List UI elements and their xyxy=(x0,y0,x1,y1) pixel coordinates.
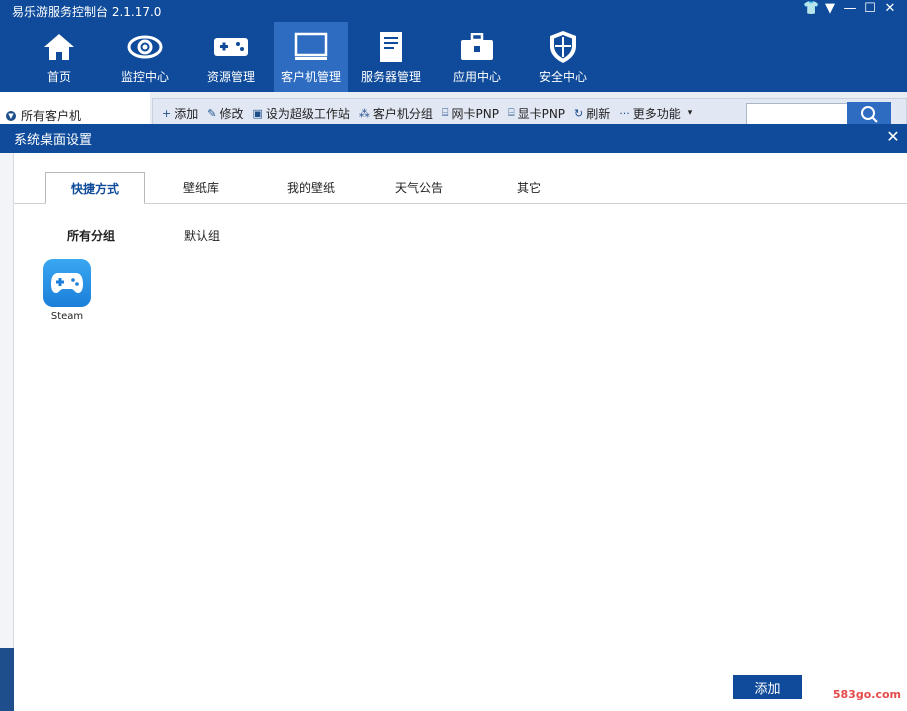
group-default[interactable]: 默认组 xyxy=(184,227,220,244)
nav-label: 安全中心 xyxy=(538,70,587,84)
dialog-title: 系统桌面设置 xyxy=(14,133,93,148)
shortcut-item[interactable]: Steam xyxy=(42,259,92,322)
window-controls: 👕 ▼ — ☐ ✕ xyxy=(803,2,897,16)
toolbar-label: 修改 xyxy=(219,106,244,121)
home-icon xyxy=(41,30,77,64)
more-icon: ··· xyxy=(619,106,630,120)
toolbox-icon xyxy=(459,30,495,64)
app-title: 易乐游服务控制台 2.1.17.0 xyxy=(12,5,162,19)
tab-other[interactable]: 其它 xyxy=(494,172,564,202)
search-icon xyxy=(861,106,878,123)
chevron-down-icon[interactable]: ▼ xyxy=(6,110,16,121)
refresh-icon: ↻ xyxy=(574,106,584,120)
close-icon[interactable]: ✕ xyxy=(883,2,897,16)
desktop-settings-dialog: 系统桌面设置 ✕ 快捷方式 壁纸库 我的壁纸 天气公告 其它 所有分组 默认组 … xyxy=(0,124,907,711)
toolbar-label: 显卡PNP xyxy=(517,106,566,121)
top-bar: 易乐游服务控制台 2.1.17.0 👕 ▼ — ☐ ✕ 首页 监控中心 资源管理… xyxy=(0,0,907,92)
dialog-header: 系统桌面设置 ✕ xyxy=(0,124,907,153)
shirt-icon[interactable]: 👕 xyxy=(803,2,819,16)
group-all[interactable]: 所有分组 xyxy=(67,227,115,244)
watermark: 583go.com xyxy=(832,688,901,701)
add-client-button[interactable]: + 添加 xyxy=(162,105,198,122)
nav-app-center[interactable]: 应用中心 xyxy=(434,22,520,92)
nav-label: 应用中心 xyxy=(452,70,501,84)
add-shortcut-button[interactable]: 添加 xyxy=(733,675,802,699)
left-panel-edge xyxy=(0,153,14,711)
nav-label: 资源管理 xyxy=(206,70,255,84)
nav-server-management[interactable]: 服务器管理 xyxy=(348,22,434,92)
nav-security-center[interactable]: 安全中心 xyxy=(520,22,606,92)
app-window: 易乐游服务控制台 2.1.17.0 👕 ▼ — ☐ ✕ 首页 监控中心 资源管理… xyxy=(0,0,907,711)
refresh-button[interactable]: ↻ 刷新 xyxy=(574,105,610,122)
chevron-down-icon: ▾ xyxy=(687,108,693,118)
shield-icon xyxy=(545,30,581,64)
dialog-close-icon[interactable]: ✕ xyxy=(883,127,903,147)
edit-icon: ✎ xyxy=(207,106,217,120)
edit-client-button[interactable]: ✎ 修改 xyxy=(207,105,243,122)
tree-root-all-clients[interactable]: ▼ 所有客户机 xyxy=(6,107,81,124)
tab-my-wallpaper[interactable]: 我的壁纸 xyxy=(276,172,346,202)
client-group-button[interactable]: ⁂ 客户机分组 xyxy=(359,105,433,122)
search-button[interactable] xyxy=(847,102,891,126)
menu-down-icon[interactable]: ▼ xyxy=(823,2,837,16)
tab-shortcuts[interactable]: 快捷方式 xyxy=(45,172,145,204)
maximize-icon[interactable]: ☐ xyxy=(863,2,877,16)
nav-monitor-center[interactable]: 监控中心 xyxy=(102,22,188,92)
tab-weather-notice[interactable]: 天气公告 xyxy=(384,172,454,202)
nav-home[interactable]: 首页 xyxy=(16,22,102,92)
nav-label: 客户机管理 xyxy=(280,70,341,84)
toolbar-label: 网卡PNP xyxy=(451,106,499,121)
plus-icon: + xyxy=(162,106,172,120)
gamepad-icon xyxy=(43,259,91,307)
nav-label: 监控中心 xyxy=(120,70,169,84)
group-icon: ⁂ xyxy=(358,106,370,120)
toolbar-label: 刷新 xyxy=(586,106,611,121)
toolbar-label: 添加 xyxy=(174,106,199,121)
toolbar-label: 更多功能 xyxy=(632,106,681,121)
tab-wallpaper-library[interactable]: 壁纸库 xyxy=(166,172,236,202)
nav-resource-management[interactable]: 资源管理 xyxy=(188,22,274,92)
eye-icon xyxy=(127,30,163,64)
minimize-icon[interactable]: — xyxy=(843,2,857,16)
workstation-icon: ▣ xyxy=(252,106,263,120)
gpu-pnp-button[interactable]: ⌸ 显卡PNP xyxy=(508,105,565,122)
dialog-tabs: 快捷方式 壁纸库 我的壁纸 天气公告 其它 xyxy=(14,153,907,204)
nic-icon: ⌸ xyxy=(441,106,449,119)
server-icon xyxy=(373,30,409,64)
gpu-icon: ⌸ xyxy=(507,106,515,119)
nic-pnp-button[interactable]: ⌸ 网卡PNP xyxy=(442,105,499,122)
left-panel-footer xyxy=(0,648,14,711)
toolbar-label: 设为超级工作站 xyxy=(265,106,350,121)
nav-label: 服务器管理 xyxy=(360,70,421,84)
gamepad-icon xyxy=(213,30,249,64)
shortcut-label: Steam xyxy=(50,311,84,322)
monitor-icon xyxy=(293,30,329,64)
nav-client-management[interactable]: 客户机管理 xyxy=(274,22,348,92)
nav-label: 首页 xyxy=(46,70,71,84)
tree-root-label: 所有客户机 xyxy=(21,109,82,123)
set-super-workstation-button[interactable]: ▣ 设为超级工作站 xyxy=(252,105,349,122)
main-nav: 首页 监控中心 资源管理 客户机管理 服务器管理 应用中心 安全中心 xyxy=(16,22,606,92)
more-functions-button[interactable]: ··· 更多功能 ▾ xyxy=(619,105,692,122)
toolbar-label: 客户机分组 xyxy=(372,106,433,121)
